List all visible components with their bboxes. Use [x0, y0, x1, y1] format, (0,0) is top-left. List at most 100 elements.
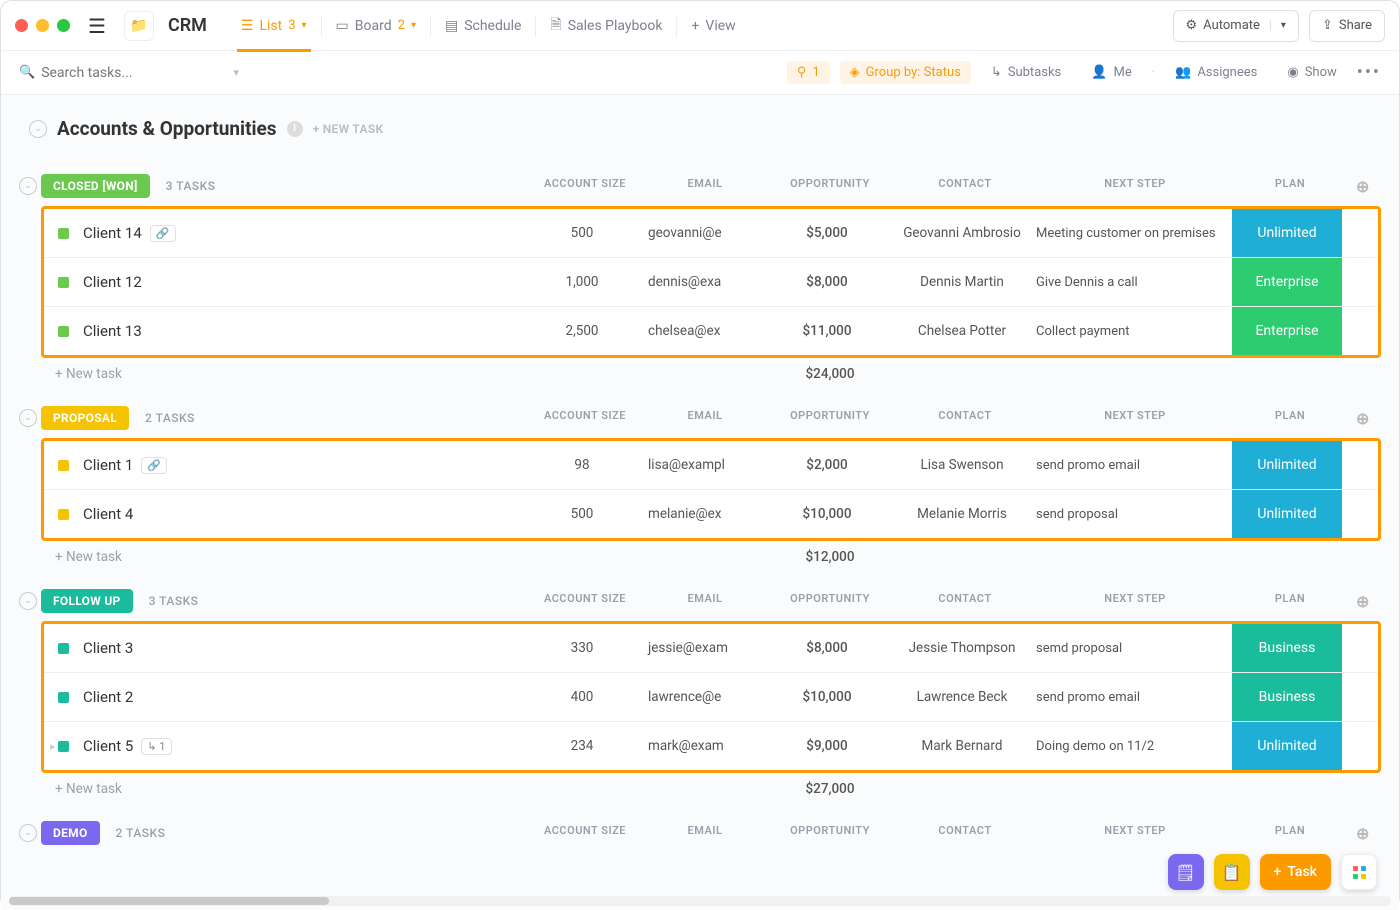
- status-square[interactable]: [58, 741, 69, 752]
- col-next-step[interactable]: NEXT STEP: [1035, 824, 1235, 843]
- cell-opportunity[interactable]: $10,000: [762, 673, 892, 721]
- col-opportunity[interactable]: OPPORTUNITY: [765, 592, 895, 611]
- cell-email[interactable]: melanie@ex: [642, 490, 762, 538]
- collapse-icon[interactable]: ⌄: [19, 592, 37, 610]
- add-column-icon[interactable]: ⊕: [1345, 592, 1381, 611]
- status-pill[interactable]: PROPOSAL: [41, 406, 129, 430]
- menu-icon[interactable]: ☰: [84, 14, 110, 38]
- cell-account-size[interactable]: 234: [522, 722, 642, 770]
- col-email[interactable]: EMAIL: [645, 409, 765, 428]
- col-email[interactable]: EMAIL: [645, 177, 765, 196]
- cell-account-size[interactable]: 500: [522, 490, 642, 538]
- task-name[interactable]: Client 14 🔗: [83, 224, 353, 242]
- add-column-icon[interactable]: ⊕: [1345, 409, 1381, 428]
- new-task-button[interactable]: + New task: [55, 781, 122, 797]
- col-plan[interactable]: PLAN: [1235, 592, 1345, 611]
- cell-opportunity[interactable]: $2,000: [762, 441, 892, 489]
- task-name[interactable]: Client 1 🔗: [83, 456, 353, 474]
- cell-email[interactable]: geovanni@e: [642, 209, 762, 257]
- assignees-chip[interactable]: 👥 Assignees: [1165, 61, 1267, 84]
- col-contact[interactable]: CONTACT: [895, 824, 1035, 843]
- cell-next-step[interactable]: Meeting customer on premises: [1032, 209, 1232, 257]
- col-account-size[interactable]: ACCOUNT SIZE: [525, 177, 645, 196]
- cell-next-step[interactable]: semd proposal: [1032, 624, 1232, 672]
- cell-plan[interactable]: Unlimited: [1232, 490, 1342, 538]
- apps-fab[interactable]: [1341, 854, 1377, 890]
- folder-icon[interactable]: 📁: [124, 11, 154, 41]
- automate-button[interactable]: ⚙ Automate: [1173, 10, 1299, 42]
- new-task-fab[interactable]: + Task: [1260, 854, 1331, 890]
- col-contact[interactable]: CONTACT: [895, 409, 1035, 428]
- table-row[interactable]: Client 3 330 jessie@exam $8,000 Jessie T…: [44, 624, 1378, 673]
- cell-email[interactable]: mark@exam: [642, 722, 762, 770]
- cell-account-size[interactable]: 330: [522, 624, 642, 672]
- add-column-icon[interactable]: ⊕: [1345, 824, 1381, 843]
- cell-email[interactable]: chelsea@ex: [642, 307, 762, 355]
- status-pill[interactable]: DEMO: [41, 821, 100, 845]
- cell-opportunity[interactable]: $5,000: [762, 209, 892, 257]
- table-row[interactable]: Client 4 500 melanie@ex $10,000 Melanie …: [44, 490, 1378, 538]
- tab-playbook[interactable]: 🗎 Sales Playbook: [536, 1, 676, 51]
- col-plan[interactable]: PLAN: [1235, 824, 1345, 843]
- cell-account-size[interactable]: 1,000: [522, 258, 642, 306]
- cell-plan[interactable]: Business: [1232, 673, 1342, 721]
- task-name[interactable]: Client 3: [83, 639, 353, 657]
- subtask-badge[interactable]: ↳ 1: [141, 738, 171, 755]
- chevron-down-icon[interactable]: [233, 66, 239, 79]
- collapse-icon[interactable]: ⌄: [19, 824, 37, 842]
- cell-contact[interactable]: Jessie Thompson: [892, 624, 1032, 672]
- cell-plan[interactable]: Business: [1232, 624, 1342, 672]
- clipboard-fab[interactable]: 📋: [1214, 854, 1250, 890]
- col-plan[interactable]: PLAN: [1235, 177, 1345, 196]
- cell-account-size[interactable]: 400: [522, 673, 642, 721]
- cell-plan[interactable]: Enterprise: [1232, 307, 1342, 355]
- tab-list[interactable]: ☰ List 3: [227, 1, 321, 51]
- table-row[interactable]: Client 13 2,500 chelsea@ex $11,000 Chels…: [44, 307, 1378, 355]
- cell-account-size[interactable]: 500: [522, 209, 642, 257]
- chevron-down-icon[interactable]: [1270, 20, 1286, 31]
- cell-email[interactable]: jessie@exam: [642, 624, 762, 672]
- cell-next-step[interactable]: Give Dennis a call: [1032, 258, 1232, 306]
- task-name[interactable]: Client 13: [83, 322, 353, 340]
- task-name[interactable]: Client 4: [83, 505, 353, 523]
- cell-plan[interactable]: Unlimited: [1232, 209, 1342, 257]
- col-account-size[interactable]: ACCOUNT SIZE: [525, 409, 645, 428]
- new-task-header[interactable]: + NEW TASK: [313, 122, 384, 136]
- task-name[interactable]: Client 2: [83, 688, 353, 706]
- cell-contact[interactable]: Lawrence Beck: [892, 673, 1032, 721]
- maximize-window[interactable]: [57, 19, 70, 32]
- col-account-size[interactable]: ACCOUNT SIZE: [525, 824, 645, 843]
- cell-next-step[interactable]: Doing demo on 11/2: [1032, 722, 1232, 770]
- task-name[interactable]: Client 12: [83, 273, 353, 291]
- collapse-icon[interactable]: ⌄: [29, 120, 47, 138]
- status-square[interactable]: [58, 509, 69, 520]
- col-opportunity[interactable]: OPPORTUNITY: [765, 824, 895, 843]
- cell-email[interactable]: dennis@exa: [642, 258, 762, 306]
- status-square[interactable]: [58, 460, 69, 471]
- cell-next-step[interactable]: Collect payment: [1032, 307, 1232, 355]
- link-badge[interactable]: 🔗: [141, 457, 167, 474]
- filter-chip[interactable]: ⚲ 1: [787, 61, 830, 84]
- cell-opportunity[interactable]: $8,000: [762, 258, 892, 306]
- col-opportunity[interactable]: OPPORTUNITY: [765, 409, 895, 428]
- cell-contact[interactable]: Mark Bernard: [892, 722, 1032, 770]
- table-row[interactable]: ▸ Client 5 ↳ 1 234 mark@exam $9,000 Mark…: [44, 722, 1378, 770]
- cell-contact[interactable]: Geovanni Ambrosio: [892, 209, 1032, 257]
- col-email[interactable]: EMAIL: [645, 824, 765, 843]
- col-next-step[interactable]: NEXT STEP: [1035, 409, 1235, 428]
- cell-plan[interactable]: Unlimited: [1232, 441, 1342, 489]
- collapse-icon[interactable]: ⌄: [19, 177, 37, 195]
- cell-contact[interactable]: Dennis Martin: [892, 258, 1032, 306]
- notepad-fab[interactable]: 🗒: [1168, 854, 1204, 890]
- col-contact[interactable]: CONTACT: [895, 592, 1035, 611]
- link-badge[interactable]: 🔗: [150, 225, 176, 242]
- tab-schedule[interactable]: ▤ Schedule: [431, 1, 535, 51]
- cell-contact[interactable]: Lisa Swenson: [892, 441, 1032, 489]
- col-next-step[interactable]: NEXT STEP: [1035, 177, 1235, 196]
- table-row[interactable]: Client 2 400 lawrence@e $10,000 Lawrence…: [44, 673, 1378, 722]
- cell-opportunity[interactable]: $8,000: [762, 624, 892, 672]
- add-column-icon[interactable]: ⊕: [1345, 177, 1381, 196]
- cell-plan[interactable]: Enterprise: [1232, 258, 1342, 306]
- cell-account-size[interactable]: 2,500: [522, 307, 642, 355]
- col-opportunity[interactable]: OPPORTUNITY: [765, 177, 895, 196]
